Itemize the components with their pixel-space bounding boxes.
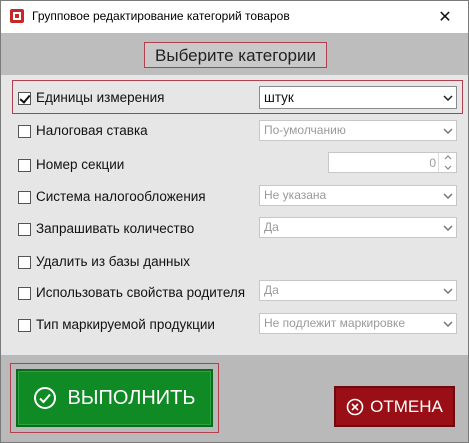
checkbox-units[interactable] [18,92,31,105]
label-tax-system: Система налогообложения [36,189,206,204]
select-ask-quantity-value: Да [264,220,279,234]
spinner-buttons [438,153,456,172]
chevron-down-icon [439,281,456,300]
label-ask-quantity: Запрашивать количество [36,221,195,236]
label-use-parent-props: Использовать свойства родителя [36,285,246,300]
close-button[interactable]: ✕ [422,1,468,33]
label-section-number: Номер секции [36,157,125,172]
spinner-up-icon[interactable] [439,153,456,162]
app-icon [10,9,24,23]
select-use-parent-props[interactable]: Да [259,280,457,301]
select-tax-system[interactable]: Не указана [259,185,457,206]
select-units[interactable]: штук [259,86,457,109]
label-units: Единицы измерения [36,90,165,105]
checkbox-tax-rate[interactable] [18,125,31,138]
cancel-circle-icon [346,398,364,415]
spinner-down-icon[interactable] [439,163,456,172]
checkbox-delete-from-db[interactable] [18,256,31,269]
select-ask-quantity[interactable]: Да [259,217,457,238]
chevron-down-icon [439,87,456,108]
check-circle-icon [34,387,57,409]
checkbox-use-parent-props[interactable] [18,287,31,300]
close-icon: ✕ [438,9,452,26]
select-marking-type-value: Не подлежит маркировке [264,316,406,330]
execute-button-frame: ВЫПОЛНИТЬ [10,363,219,433]
select-tax-rate-value: По-умолчанию [264,123,346,137]
checkbox-section-number[interactable] [18,159,31,172]
checkbox-tax-system[interactable] [18,191,31,204]
title-bar: Групповое редактирование категорий товар… [1,1,468,33]
chevron-down-icon [439,121,456,140]
checkbox-ask-quantity[interactable] [18,223,31,236]
select-marking-type[interactable]: Не подлежит маркировке [259,313,457,334]
chevron-down-icon [439,218,456,237]
spinner-section-number[interactable]: 0 [328,152,457,173]
footer: ВЫПОЛНИТЬ ОТМЕНА [1,355,468,442]
cancel-label: ОТМЕНА [370,396,443,416]
chevron-down-icon [439,314,456,333]
label-delete-from-db: Удалить из базы данных [36,254,190,269]
checkbox-marking-type[interactable] [18,319,31,332]
select-units-value: штук [264,90,294,105]
select-tax-rate[interactable]: По-умолчанию [259,120,457,141]
execute-button[interactable]: ВЫПОЛНИТЬ [16,369,213,427]
page-title: Выберите категории [144,42,327,68]
dialog-window: Групповое редактирование категорий товар… [0,0,469,443]
label-marking-type: Тип маркируемой продукции [36,317,215,332]
cancel-button[interactable]: ОТМЕНА [334,386,455,427]
select-use-parent-props-value: Да [264,283,279,297]
spinner-value: 0 [429,156,436,170]
execute-label: ВЫПОЛНИТЬ [67,386,196,409]
window-title: Групповое редактирование категорий товар… [32,9,290,23]
label-tax-rate: Налоговая ставка [36,123,148,138]
chevron-down-icon [439,186,456,205]
select-tax-system-value: Не указана [264,188,327,202]
header-band: Выберите категории [1,33,468,75]
